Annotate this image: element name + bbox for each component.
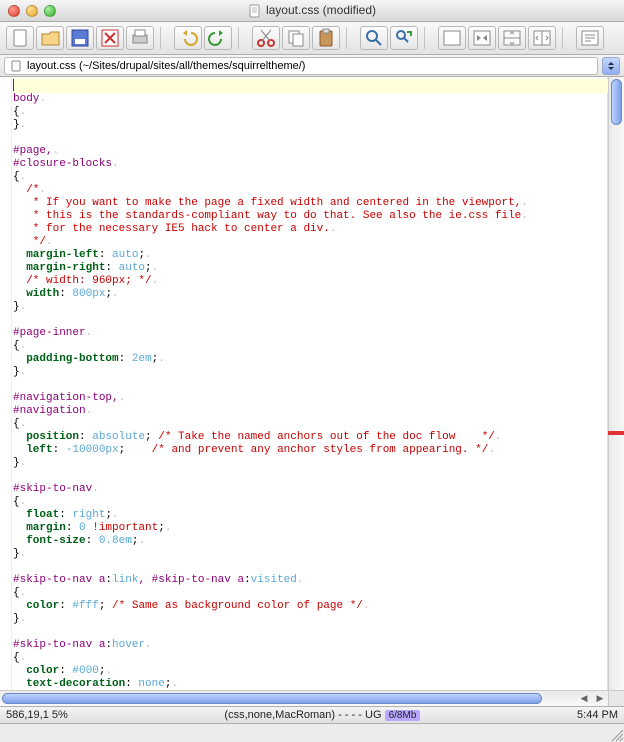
split-horiz-button[interactable]: [498, 26, 526, 50]
window-title: layout.css (modified): [266, 3, 376, 17]
titlebar: layout.css (modified): [0, 0, 624, 22]
vertical-scrollbar[interactable]: [608, 77, 624, 690]
properties-button[interactable]: [576, 26, 604, 50]
toolbar-separator: [346, 27, 354, 49]
toolbar-separator: [238, 27, 246, 49]
close-window-button[interactable]: [8, 5, 20, 17]
buffer-tab[interactable]: layout.css (~/Sites/drupal/sites/all/the…: [4, 57, 598, 75]
statusbar: 586,19,1 5% (css,none,MacRoman) - - - - …: [0, 706, 624, 724]
status-memory: 6/8Mb: [385, 710, 421, 721]
new-view-icon: [441, 27, 463, 49]
close-file-icon: [99, 27, 121, 49]
redo-button[interactable]: [204, 26, 232, 50]
unsplit-icon: [471, 27, 493, 49]
undo-icon: [177, 27, 199, 49]
unsplit-button[interactable]: [468, 26, 496, 50]
gutter: [0, 77, 12, 690]
vertical-scroll-thumb[interactable]: [611, 79, 622, 125]
buffer-label: layout.css (~/Sites/drupal/sites/all/the…: [27, 60, 305, 72]
cut-icon: [255, 27, 277, 49]
bottom-margin: [0, 724, 624, 742]
status-clock: 5:44 PM: [577, 709, 618, 721]
paste-button[interactable]: [312, 26, 340, 50]
status-mode: (css,none,MacRoman): [224, 709, 335, 721]
find-replace-button[interactable]: [390, 26, 418, 50]
print-button[interactable]: [126, 26, 154, 50]
print-icon: [129, 27, 151, 49]
split-vert-button[interactable]: [528, 26, 556, 50]
window-controls: [8, 5, 56, 17]
find-replace-icon: [393, 27, 415, 49]
scroll-right-button[interactable]: ▶: [592, 691, 608, 706]
paste-icon: [315, 27, 337, 49]
minimize-window-button[interactable]: [26, 5, 38, 17]
toolbar-separator: [562, 27, 570, 49]
document-icon: [11, 60, 23, 72]
toolbar-separator: [160, 27, 168, 49]
undo-button[interactable]: [174, 26, 202, 50]
copy-button[interactable]: [282, 26, 310, 50]
toolbar: [0, 22, 624, 55]
split-horiz-icon: [501, 27, 523, 49]
copy-icon: [285, 27, 307, 49]
scroll-corner: [608, 690, 624, 706]
status-flags: - - - - UG: [338, 709, 381, 721]
find-icon: [363, 27, 385, 49]
save-file-icon: [69, 27, 91, 49]
buffer-switcher-button[interactable]: [602, 57, 620, 75]
buffer-bar: layout.css (~/Sites/drupal/sites/all/the…: [0, 55, 624, 77]
redo-icon: [207, 27, 229, 49]
zoom-window-button[interactable]: [44, 5, 56, 17]
toolbar-separator: [424, 27, 432, 49]
close-file-button[interactable]: [96, 26, 124, 50]
new-file-button[interactable]: [6, 26, 34, 50]
updown-icon: [606, 61, 616, 71]
scroll-left-button[interactable]: ◀: [576, 691, 592, 706]
code-area[interactable]: body. {. }. #page,. #closure-blocks. {. …: [12, 77, 608, 690]
split-vert-icon: [531, 27, 553, 49]
open-file-icon: [39, 27, 61, 49]
open-file-button[interactable]: [36, 26, 64, 50]
horizontal-scroll-thumb[interactable]: [2, 693, 542, 704]
overflow-indicator: [608, 431, 624, 435]
horizontal-scrollbar[interactable]: ◀ ▶: [0, 690, 608, 706]
find-button[interactable]: [360, 26, 388, 50]
cut-button[interactable]: [252, 26, 280, 50]
document-icon: [248, 4, 262, 18]
new-file-icon: [9, 27, 31, 49]
editor: body. {. }. #page,. #closure-blocks. {. …: [0, 77, 624, 706]
save-file-button[interactable]: [66, 26, 94, 50]
new-view-button[interactable]: [438, 26, 466, 50]
status-position: 586,19,1 5%: [6, 709, 68, 721]
properties-icon: [579, 27, 601, 49]
resize-handle[interactable]: [608, 726, 624, 742]
